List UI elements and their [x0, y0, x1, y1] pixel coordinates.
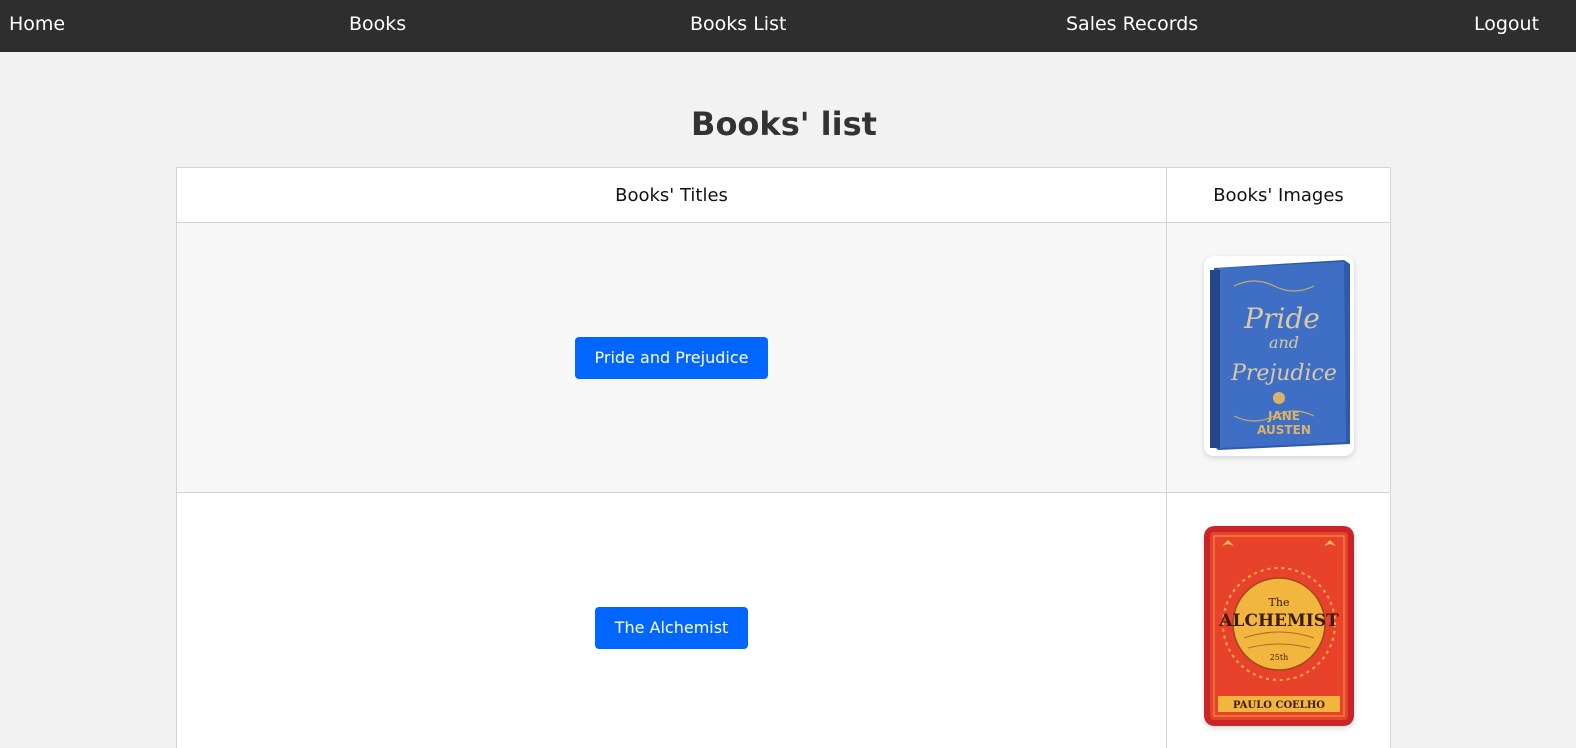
- page-title: Books' list: [691, 105, 877, 143]
- book-cover-pride-and-prejudice-icon: Pride and Prejudice JANE AUSTEN: [1203, 255, 1354, 456]
- book-title-button[interactable]: The Alchemist: [594, 606, 749, 649]
- title-cell: Pride and Prejudice: [176, 222, 1167, 493]
- title-cell: The Alchemist: [176, 492, 1167, 748]
- nav-books-link[interactable]: Books: [349, 12, 406, 36]
- cover-author-line1: JANE: [1267, 409, 1300, 423]
- book-cover-image[interactable]: The ALCHEMIST 25th PAULO COELHO: [1203, 525, 1354, 726]
- header-books-images: Books' Images: [1166, 167, 1391, 223]
- book-cover-image[interactable]: Pride and Prejudice JANE AUSTEN: [1203, 255, 1354, 456]
- nav-books-list-link[interactable]: Books List: [690, 12, 786, 36]
- cover-author: PAULO COELHO: [1233, 700, 1325, 711]
- table-header-row: Books' Titles Books' Images: [176, 167, 1391, 223]
- top-navbar: Home Books Books List Sales Records Logo…: [0, 0, 1576, 52]
- cover-text-line1: The: [1268, 596, 1289, 609]
- books-table: Books' Titles Books' Images Pride and Pr…: [176, 167, 1391, 748]
- table-row: Pride and Prejudice Pride and Prejudice: [176, 222, 1391, 493]
- cover-badge: 25th: [1269, 653, 1288, 662]
- image-cell: The ALCHEMIST 25th PAULO COELHO: [1166, 492, 1391, 748]
- cover-text-line3: Prejudice: [1230, 361, 1337, 386]
- book-title-button[interactable]: Pride and Prejudice: [574, 336, 769, 379]
- table-row: The Alchemist The ALCHEMIST 25th PAULO C…: [176, 492, 1391, 748]
- cover-text-line1: Pride: [1243, 302, 1320, 335]
- image-cell: Pride and Prejudice JANE AUSTEN: [1166, 222, 1391, 493]
- cover-author-line2: AUSTEN: [1257, 423, 1311, 437]
- cover-text-line2: and: [1268, 333, 1298, 352]
- nav-logout-link[interactable]: Logout: [1474, 12, 1539, 36]
- book-cover-the-alchemist-icon: The ALCHEMIST 25th PAULO COELHO: [1203, 525, 1354, 726]
- header-books-titles: Books' Titles: [176, 167, 1167, 223]
- nav-sales-records-link[interactable]: Sales Records: [1066, 12, 1198, 36]
- cover-text-line2: ALCHEMIST: [1218, 611, 1339, 631]
- nav-home-link[interactable]: Home: [9, 12, 65, 36]
